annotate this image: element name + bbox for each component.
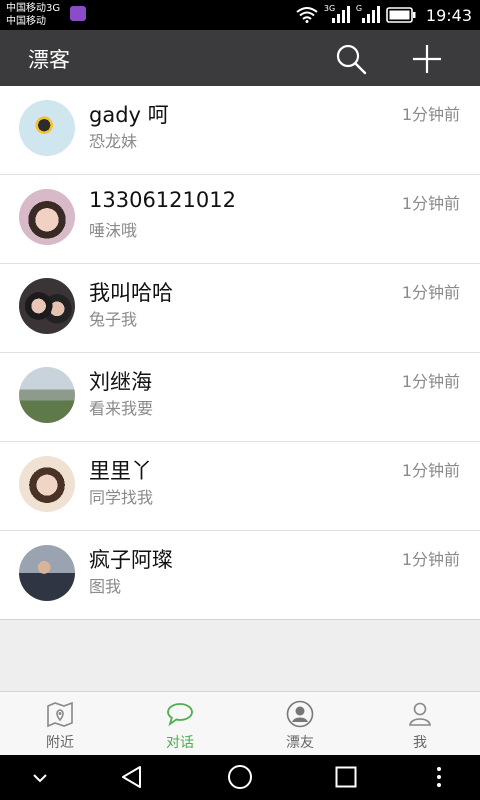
- contact-name: 里里丫: [89, 459, 152, 483]
- conversation-item[interactable]: 刘继海 看来我要 1分钟前: [0, 353, 480, 442]
- conversation-item[interactable]: 我叫哈哈 兔子我 1分钟前: [0, 264, 480, 353]
- tab-chat[interactable]: 对话: [120, 692, 240, 756]
- bottom-tab-bar: 附近 对话 漂友 我: [0, 691, 480, 756]
- status-indicators: 3G G 19:43: [296, 0, 472, 30]
- notification-app-icon: [70, 6, 86, 21]
- avatar: [19, 100, 75, 156]
- avatar: [19, 367, 75, 423]
- tab-label: 对话: [166, 735, 194, 751]
- message-time: 1分钟前: [401, 461, 460, 480]
- wifi-icon: [296, 7, 318, 23]
- add-button[interactable]: [410, 42, 444, 76]
- tab-label: 漂友: [286, 735, 314, 751]
- search-icon: [336, 44, 367, 75]
- more-options-icon[interactable]: [436, 766, 442, 788]
- message-time: 1分钟前: [401, 105, 460, 124]
- last-message: 图我: [89, 577, 122, 596]
- avatar: [19, 456, 75, 512]
- profile-icon: [409, 702, 431, 726]
- conversation-item[interactable]: 里里丫 同学找我 1分钟前: [0, 442, 480, 531]
- last-message: 唾沫哦: [89, 221, 138, 240]
- contact-name: 13306121012: [89, 188, 236, 212]
- conversation-list: gady 呵 恐龙妹 1分钟前 13306121012 唾沫哦 1分钟前 我叫哈…: [0, 86, 480, 620]
- back-icon[interactable]: [120, 765, 144, 789]
- message-time: 1分钟前: [401, 283, 460, 302]
- conversation-item[interactable]: 疯子阿璨 图我 1分钟前: [0, 531, 480, 620]
- signal-g-icon: G: [356, 4, 380, 25]
- chat-bubble-icon: [167, 703, 193, 727]
- home-icon[interactable]: [227, 764, 253, 790]
- carrier-line-2: 中国移动: [6, 16, 46, 27]
- contact-name: 疯子阿璨: [89, 548, 173, 572]
- last-message: 看来我要: [89, 399, 154, 418]
- last-message: 同学找我: [89, 488, 154, 507]
- app-title: 漂客: [28, 48, 70, 72]
- signal-3g-icon: 3G: [324, 4, 350, 25]
- avatar: [19, 189, 75, 245]
- last-message: 兔子我: [89, 310, 138, 329]
- clock: 19:43: [425, 5, 472, 25]
- search-button[interactable]: [334, 42, 368, 76]
- contact-name: gady 呵: [89, 103, 169, 127]
- contact-name: 我叫哈哈: [89, 281, 173, 305]
- message-time: 1分钟前: [401, 372, 460, 391]
- last-message: 恐龙妹: [89, 132, 138, 151]
- message-time: 1分钟前: [401, 550, 460, 569]
- system-nav-bar: [0, 755, 480, 800]
- carrier-info: 中国移动3G 中国移动: [6, 2, 60, 28]
- avatar: [19, 278, 75, 334]
- chevron-down-icon[interactable]: [32, 773, 48, 783]
- carrier-line-1: 中国移动3G: [6, 3, 61, 14]
- recents-icon[interactable]: [335, 766, 357, 788]
- tab-me[interactable]: 我: [360, 692, 480, 756]
- battery-icon: [386, 7, 416, 23]
- app-bar: 漂客: [0, 30, 480, 86]
- conversation-item[interactable]: 13306121012 唾沫哦 1分钟前: [0, 175, 480, 264]
- tab-label: 我: [413, 735, 427, 751]
- friends-icon: [286, 700, 314, 728]
- tab-label: 附近: [46, 735, 74, 751]
- contact-name: 刘继海: [89, 370, 152, 394]
- message-time: 1分钟前: [401, 194, 460, 213]
- conversation-item[interactable]: gady 呵 恐龙妹 1分钟前: [0, 86, 480, 175]
- tab-nearby[interactable]: 附近: [0, 692, 120, 756]
- avatar: [19, 545, 75, 601]
- map-pin-icon: [47, 701, 73, 728]
- tab-friends[interactable]: 漂友: [240, 692, 360, 756]
- status-bar: 中国移动3G 中国移动 3G G 19:43: [0, 0, 480, 30]
- plus-icon: [413, 45, 441, 73]
